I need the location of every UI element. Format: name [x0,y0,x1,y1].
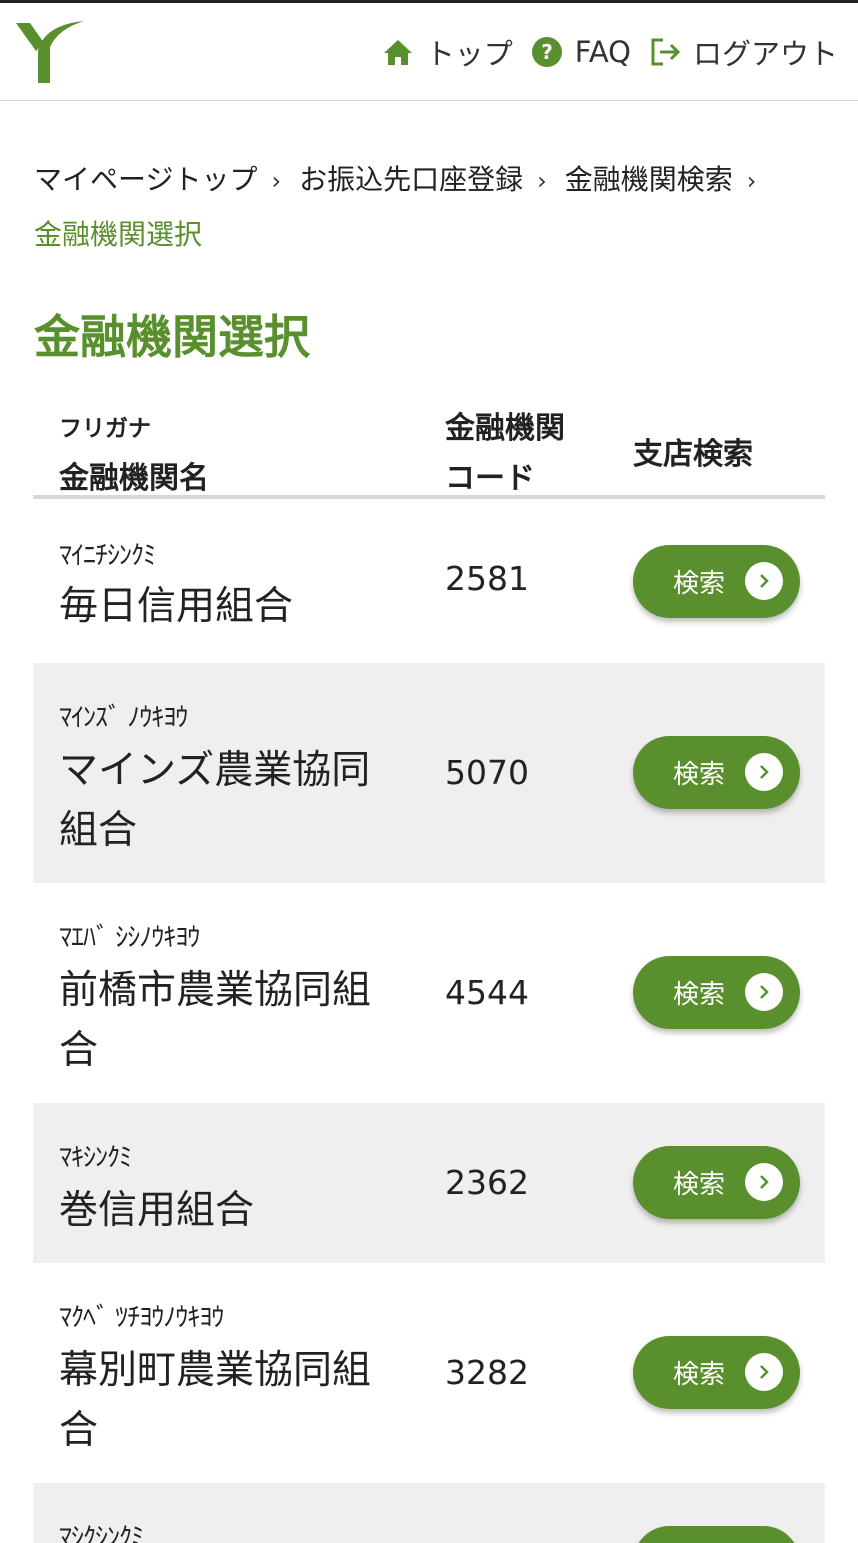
breadcrumb-current: 金融機関選択 [34,218,203,251]
header-bank-name: 金融機関名 [59,461,209,496]
row-kana: ﾏｲﾝｽﾞ ﾉｳｷﾖｳ [59,703,188,733]
row-bank-code: 2362 [445,1163,529,1202]
row-bank-name: 幕別町農業協同組合 [59,1348,372,1453]
table-row: ﾏｲﾝｽﾞ ﾉｳｷﾖｳ マインズ農業協同組合 5070 検索 [33,663,825,883]
nav-logout-link[interactable]: ログアウト [649,31,838,73]
header-code-line2: コード [445,461,535,496]
top-nav: トップ ? FAQ ログアウト [382,31,838,73]
search-button-label: 検索 [673,980,726,1010]
chevron-right-icon [745,562,783,600]
row-bank-name: 毎日信用組合 [59,584,294,629]
logo[interactable] [14,17,86,83]
home-icon [383,40,412,65]
logout-icon [651,38,681,66]
table-header: フリガナ 金融機関名 金融機関 コード 支店検索 [33,395,825,499]
table-row: ﾏｷｼﾝｸﾐ 巻信用組合 2362 検索 [33,1103,825,1263]
breadcrumb-bank-search-link[interactable]: 金融機関検索 [565,163,733,196]
row-kana: ﾏｴﾊﾞ ｼｼﾉｳｷﾖｳ [59,923,200,953]
header: トップ ? FAQ ログアウト [0,3,858,101]
svg-text:?: ? [541,40,553,64]
row-bank-name: 巻信用組合 [59,1188,255,1233]
table-row: ﾏｸﾍﾞ ﾂﾁﾖｳﾉｳｷﾖｳ 幕別町農業協同組合 3282 検索 [33,1263,825,1483]
table-row: ﾏｲﾆﾁｼﾝｸﾐ 毎日信用組合 2581 検索 [33,499,825,663]
chevron-right-icon [745,753,783,791]
search-branch-button[interactable]: 検索 [633,1336,800,1409]
breadcrumb: マイページトップ › お振込先口座登録 › 金融機関検索 › 金融機関選択 [34,153,824,261]
page-title: 金融機関選択 [34,310,310,364]
row-bank-code: 5070 [445,753,529,792]
bank-table: フリガナ 金融機関名 金融機関 コード 支店検索 ﾏｲﾆﾁｼﾝｸﾐ 毎日信用組合… [33,395,825,1543]
search-branch-button[interactable]: 検索 [633,1146,800,1219]
table-row: ﾏｴﾊﾞ ｼｼﾉｳｷﾖｳ 前橋市農業協同組合 4544 検索 [33,883,825,1103]
row-bank-code: 3282 [445,1353,529,1392]
breadcrumb-mypage-link[interactable]: マイページトップ [34,163,257,196]
row-kana: ﾏｷｼﾝｸﾐ [59,1143,132,1173]
search-branch-button[interactable]: 検索 [633,545,800,618]
nav-top-label: トップ [425,37,513,71]
chevron-right-icon [745,1353,783,1391]
row-bank-code: 4544 [445,973,529,1012]
nav-top-link[interactable]: トップ [382,31,513,73]
header-kana: フリガナ [59,416,151,442]
row-bank-name: 前橋市農業協同組合 [59,968,372,1073]
row-kana: ﾏｼｸｼﾝｸﾐ [59,1523,144,1543]
chevron-right-icon [745,973,783,1011]
nav-faq-label: FAQ [574,35,631,69]
row-bank-code: 2581 [445,559,529,598]
chevron-right-icon: › [271,167,282,195]
row-bank-name: マインズ農業協同組合 [59,748,371,853]
help-icon: ? [531,37,562,67]
search-branch-button[interactable]: 検索 [633,1526,800,1543]
table-row: ﾏｼｸｼﾝｸﾐ 検索 [33,1483,825,1543]
chevron-right-icon: › [746,167,757,195]
row-kana: ﾏｲﾆﾁｼﾝｸﾐ [59,541,156,571]
search-button-label: 検索 [673,1360,726,1390]
search-button-label: 検索 [673,1170,726,1200]
header-branch-search: 支店検索 [633,437,753,472]
nav-faq-link[interactable]: ? FAQ [531,35,631,69]
row-kana: ﾏｸﾍﾞ ﾂﾁﾖｳﾉｳｷﾖｳ [59,1303,224,1333]
search-branch-button[interactable]: 検索 [633,736,800,809]
breadcrumb-account-register-link[interactable]: お振込先口座登録 [299,163,523,196]
search-button-label: 検索 [673,569,726,599]
header-code: 金融機関 [445,411,565,446]
search-branch-button[interactable]: 検索 [633,956,800,1029]
search-button-label: 検索 [673,760,726,790]
nav-logout-label: ログアウト [692,37,838,71]
chevron-right-icon: › [537,167,547,195]
chevron-right-icon [745,1163,783,1201]
